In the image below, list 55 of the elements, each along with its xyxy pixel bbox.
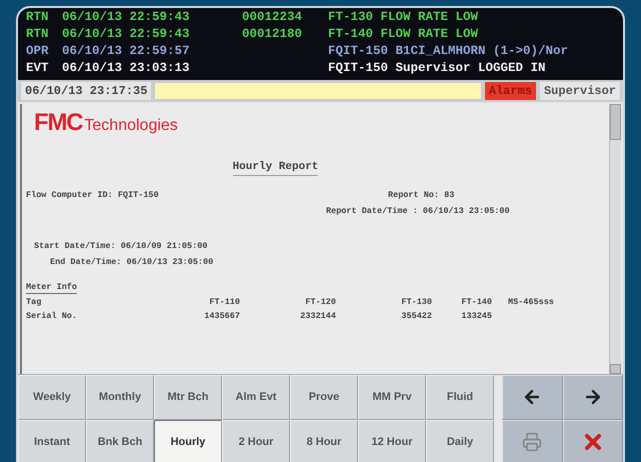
event-datetime: 06/10/13 22:59:43 <box>62 26 191 43</box>
report-button[interactable]: 2 Hour <box>222 420 290 462</box>
event-message: FQIT-150 Supervisor LOGGED IN <box>328 60 546 77</box>
report-button[interactable]: Hourly <box>154 420 222 462</box>
table-cell-text: Tag <box>26 297 42 308</box>
report-button[interactable]: Fluid <box>426 375 494 420</box>
logo-text: Technologies <box>84 116 178 136</box>
table-cell-text: FT-120 <box>304 297 337 308</box>
event-datetime: 06/10/13 22:59:43 <box>62 9 191 26</box>
report-button[interactable]: Weekly <box>18 375 86 420</box>
report-button[interactable]: Bnk Bch <box>86 420 154 462</box>
report-number: Report No: 83 <box>388 190 454 201</box>
table-cell-text: FT-130 <box>400 297 433 308</box>
report-title: Hourly Report <box>232 160 318 176</box>
event-message: FQIT-150 B1CI_ALMHORN (1->0)/Nor <box>328 43 568 60</box>
report-button[interactable]: Mtr Bch <box>154 375 222 420</box>
event-datetime: 06/10/13 23:03:13 <box>62 60 191 77</box>
scrollbar[interactable] <box>609 104 621 374</box>
table-cell-text: FT-110 <box>208 297 241 308</box>
report-button[interactable]: Alm Evt <box>222 375 290 420</box>
report-button[interactable]: Instant <box>18 420 86 462</box>
report-button[interactable]: 8 Hour <box>290 420 358 462</box>
table-cell-text: 133245 <box>460 311 493 322</box>
flow-computer-id: Flow Computer ID: FQIT-150 <box>26 190 160 201</box>
right-button[interactable] <box>562 375 623 420</box>
report-datetime: Report Date/Time : 06/10/13 23:05:00 <box>326 206 510 217</box>
report-button[interactable]: Monthly <box>86 375 154 420</box>
event-code: OPR <box>26 43 50 60</box>
left-button[interactable] <box>502 375 562 420</box>
report-button[interactable]: 12 Hour <box>358 420 426 462</box>
event-sequence: 00012180 <box>242 26 304 43</box>
table-cell-text: 1435667 <box>203 311 241 322</box>
clock-text: 06/10/13 23:17:35 <box>21 82 152 100</box>
start-datetime: Start Date/Time: 06/10/09 21:05:00 <box>34 241 208 252</box>
report-button[interactable]: Prove <box>290 375 358 420</box>
event-code: RTN <box>26 9 50 26</box>
close-button[interactable] <box>562 420 623 462</box>
event-datetime: 06/10/13 22:59:57 <box>62 43 191 60</box>
event-message: FT-140 FLOW RATE LOW <box>328 26 478 43</box>
event-message: FT-130 FLOW RATE LOW <box>328 9 478 26</box>
logo-mark: FMC <box>34 110 82 136</box>
printer-icon <box>522 432 542 452</box>
table-cell-text: MS-465sss <box>507 297 555 308</box>
table-cell-text: FT-140 <box>460 297 493 308</box>
report-button[interactable]: MM Prv <box>358 375 426 420</box>
event-code: EVT <box>26 60 50 77</box>
end-datetime: End Date/Time: 06/10/13 23:05:00 <box>49 257 214 268</box>
report-button[interactable]: Daily <box>426 420 494 462</box>
table-cell-text: 2332144 <box>299 311 337 322</box>
user-label: Supervisor <box>540 82 620 100</box>
table-cell-text: Serial No. <box>26 311 78 322</box>
event-sequence: 00012234 <box>242 9 304 26</box>
event-code: RTN <box>26 26 50 43</box>
meter-info-heading: Meter Info <box>26 282 78 294</box>
table-cell-text: 355422 <box>400 311 433 322</box>
